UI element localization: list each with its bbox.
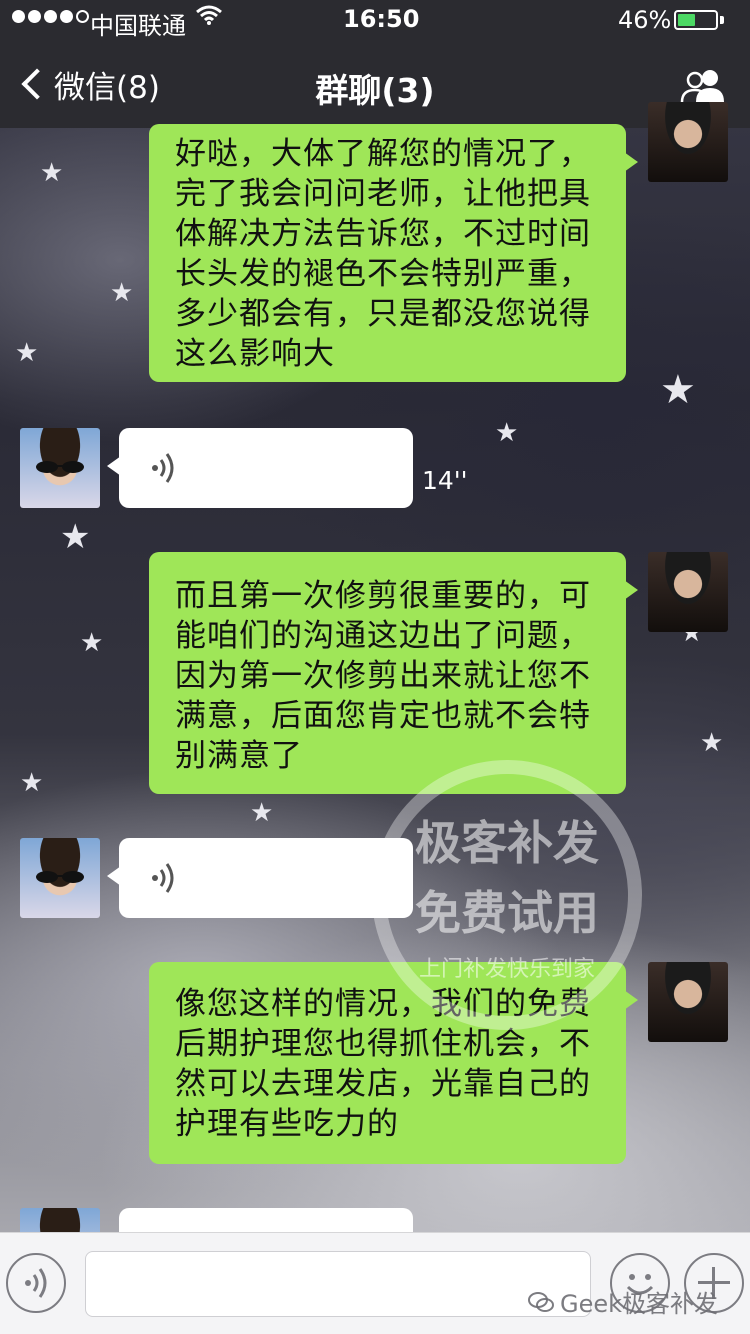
watermark-stamp: 极客补发 免费试用 上门补发快乐到家 bbox=[372, 760, 642, 1030]
voice-message-bubble[interactable] bbox=[107, 838, 413, 918]
avatar[interactable] bbox=[648, 552, 728, 632]
battery-percentage: 46% bbox=[618, 6, 672, 34]
carrier-name: 中国联通 bbox=[90, 12, 186, 40]
wechat-logo-icon bbox=[528, 1291, 554, 1312]
voice-toggle-button[interactable] bbox=[6, 1253, 66, 1313]
avatar[interactable] bbox=[20, 838, 100, 918]
star-decoration: ★ bbox=[80, 628, 104, 658]
star-decoration: ★ bbox=[250, 798, 274, 828]
voice-duration: 14'' bbox=[422, 466, 468, 495]
source-credit: Geek极客补发 bbox=[528, 1284, 718, 1319]
status-bar: 中国联通 16:50 46% bbox=[0, 0, 750, 40]
chat-title: 群聊(3) bbox=[315, 71, 435, 110]
voice-icon bbox=[25, 1268, 47, 1298]
voice-message-bubble[interactable] bbox=[107, 428, 413, 508]
message-input[interactable] bbox=[85, 1251, 591, 1317]
voice-wave-icon bbox=[152, 863, 174, 893]
star-decoration: ★ bbox=[495, 418, 519, 448]
battery-level bbox=[678, 14, 695, 26]
signal-strength-icon bbox=[12, 10, 89, 23]
watermark-line3: 上门补发快乐到家 bbox=[418, 957, 595, 982]
avatar[interactable] bbox=[20, 428, 100, 508]
message-text: 而且第一次修剪很重要的，可能咱们的沟通这边出了问题，因为第一次修剪出来就让您不满… bbox=[175, 578, 591, 774]
avatar[interactable] bbox=[648, 102, 728, 182]
group-members-icon[interactable] bbox=[680, 68, 726, 104]
wifi-icon bbox=[196, 4, 222, 32]
outgoing-message-bubble[interactable]: 而且第一次修剪很重要的，可能咱们的沟通这边出了问题，因为第一次修剪出来就让您不满… bbox=[149, 552, 638, 794]
outgoing-message-bubble[interactable]: 好哒，大体了解您的情况了，完了我会问问老师，让他把具体解决方法告诉您，不过时间长… bbox=[149, 124, 638, 382]
avatar[interactable] bbox=[648, 962, 728, 1042]
voice-wave-icon bbox=[152, 453, 174, 483]
credit-text: Geek极客补发 bbox=[560, 1290, 719, 1318]
star-decoration: ★ bbox=[60, 517, 91, 557]
star-decoration: ★ bbox=[20, 768, 44, 798]
battery-icon bbox=[674, 10, 718, 30]
star-decoration: ★ bbox=[15, 338, 39, 368]
watermark-line2: 免费试用 bbox=[415, 886, 599, 940]
battery-tip bbox=[720, 16, 724, 24]
star-decoration: ★ bbox=[40, 158, 64, 188]
watermark-line1: 极客补发 bbox=[415, 816, 599, 870]
star-decoration: ★ bbox=[110, 278, 134, 308]
star-decoration: ★ bbox=[660, 367, 696, 413]
message-text: 好哒，大体了解您的情况了，完了我会问问老师，让他把具体解决方法告诉您，不过时间长… bbox=[175, 136, 591, 372]
navigation-bar: 中国联通 16:50 46% 微信(8) 群聊(3) bbox=[0, 0, 750, 128]
status-time: 16:50 bbox=[343, 5, 420, 33]
star-decoration: ★ bbox=[700, 728, 724, 758]
